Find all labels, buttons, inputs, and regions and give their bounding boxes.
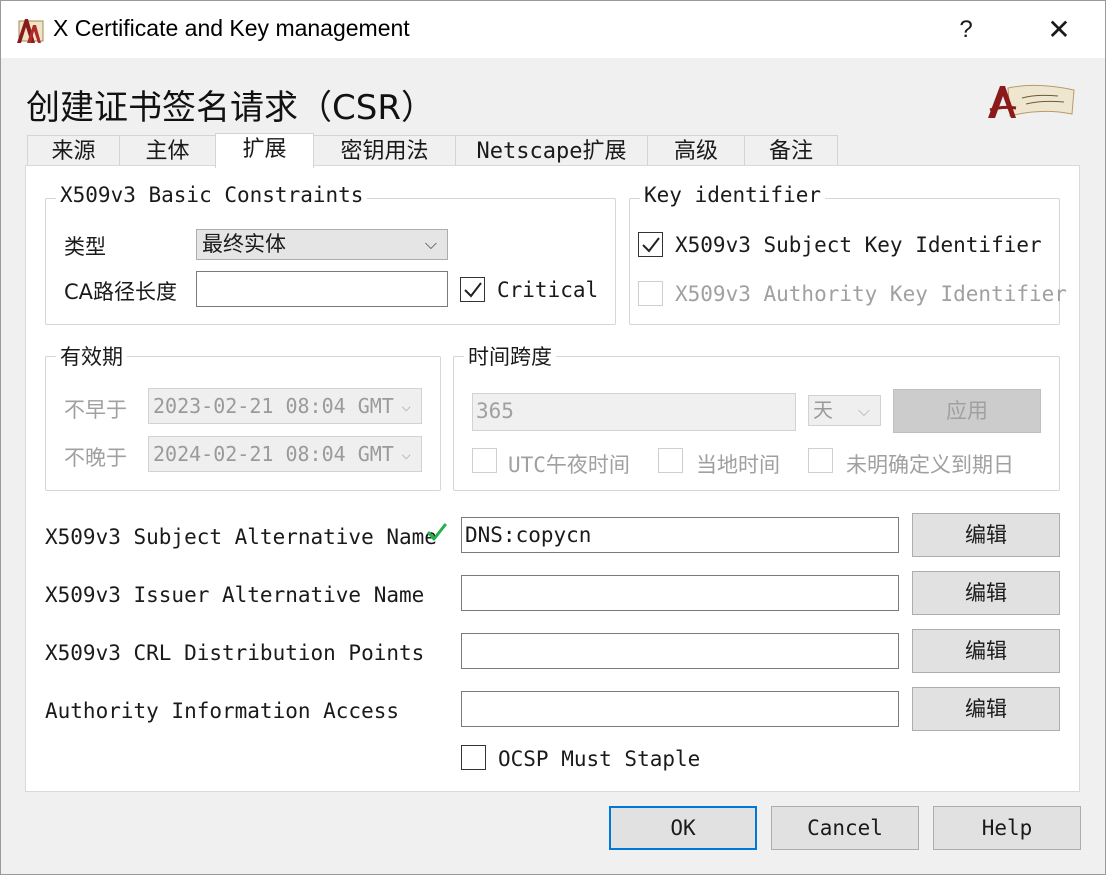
critical-checkbox[interactable] (460, 277, 485, 302)
san-label: X509v3 Subject Alternative Name (45, 525, 437, 549)
key-identifier-title: Key identifier (640, 183, 826, 207)
authority-key-id-checkbox[interactable] (638, 281, 663, 306)
utc-midnight-label: UTC午夜时间 (508, 453, 630, 477)
no-end-date-checkbox[interactable] (808, 448, 833, 473)
tab-advanced[interactable]: 高级 (647, 135, 745, 166)
checkmark-icon (464, 282, 482, 298)
path-length-input[interactable] (196, 271, 448, 307)
ocsp-must-staple-label: OCSP Must Staple (498, 747, 701, 771)
basic-constraints-group: X509v3 Basic Constraints 类型 最终实体 ⌵ CA路径长… (45, 183, 616, 325)
time-range-title: 时间跨度 (464, 341, 556, 371)
type-select-value: 最终实体 (202, 232, 286, 256)
tab-extensions[interactable]: 扩展 (215, 133, 314, 168)
tab-subject[interactable]: 主体 (119, 135, 216, 166)
tab-key-usage[interactable]: 密钥用法 (313, 135, 456, 166)
xca-logo (988, 84, 1075, 118)
chevron-down-icon: ⌵ (399, 389, 411, 423)
san-input[interactable]: DNS:copycn (461, 517, 899, 553)
title-bar: X Certificate and Key management ? ✕ (0, 0, 1106, 58)
help-icon[interactable]: ? (941, 1, 991, 59)
tab-source[interactable]: 来源 (27, 135, 120, 166)
ocsp-must-staple-checkbox[interactable] (461, 745, 486, 770)
page-title: 创建证书签名请求（CSR） (26, 88, 435, 128)
key-identifier-group: Key identifier X509v3 Subject Key Identi… (629, 183, 1067, 325)
subject-key-id-checkbox[interactable] (638, 232, 663, 257)
type-label: 类型 (64, 235, 106, 259)
aia-edit-button[interactable]: 编辑 (912, 687, 1060, 731)
path-length-label: CA路径长度 (64, 280, 178, 304)
critical-label: Critical (497, 278, 599, 302)
crl-input[interactable] (461, 633, 899, 669)
subject-key-id-label: X509v3 Subject Key Identifier (675, 233, 1042, 257)
cancel-button[interactable]: Cancel (771, 806, 919, 850)
local-time-checkbox[interactable] (658, 448, 683, 473)
utc-midnight-checkbox[interactable] (472, 448, 497, 473)
no-end-date-label: 未明确定义到期日 (846, 453, 1014, 477)
aia-input[interactable] (461, 691, 899, 727)
ian-input[interactable] (461, 575, 899, 611)
crl-label: X509v3 CRL Distribution Points (45, 641, 425, 665)
app-icon (17, 19, 44, 43)
tab-netscape[interactable]: Netscape扩展 (455, 135, 648, 166)
ian-edit-button[interactable]: 编辑 (912, 571, 1060, 615)
chevron-down-icon: ⌵ (399, 437, 411, 471)
time-range-group: 时间跨度 365 天 ⌵ 应用 UTC午夜时间 当地时间 未明确定义到期日 (453, 341, 1060, 491)
time-unit-value: 天 (813, 398, 833, 422)
san-edit-button[interactable]: 编辑 (912, 513, 1060, 557)
validity-title: 有效期 (56, 341, 127, 371)
authority-key-id-label: X509v3 Authority Key Identifier (675, 282, 1067, 306)
not-before-value: 2023-02-21 08:04 GMT (153, 394, 394, 418)
chevron-down-icon: ⌵ (424, 234, 437, 253)
checkmark-icon (642, 237, 660, 253)
not-after-datetime[interactable]: 2024-02-21 08:04 GMT ⌵ (148, 436, 422, 472)
local-time-label: 当地时间 (696, 453, 780, 477)
help-button[interactable]: Help (933, 806, 1081, 850)
valid-check-icon (427, 523, 447, 541)
basic-constraints-title: X509v3 Basic Constraints (56, 183, 368, 207)
time-unit-select[interactable]: 天 ⌵ (808, 395, 881, 426)
ian-label: X509v3 Issuer Alternative Name (45, 583, 425, 607)
validity-group: 有效期 不早于 2023-02-21 08:04 GMT ⌵ 不晚于 2024-… (45, 341, 441, 491)
crl-edit-button[interactable]: 编辑 (912, 629, 1060, 673)
type-select[interactable]: 最终实体 ⌵ (196, 229, 448, 260)
window-title: X Certificate and Key management (53, 15, 410, 41)
not-before-label: 不早于 (64, 398, 127, 422)
not-before-datetime[interactable]: 2023-02-21 08:04 GMT ⌵ (148, 388, 422, 424)
chevron-down-icon: ⌵ (857, 401, 870, 420)
apply-button[interactable]: 应用 (893, 389, 1041, 433)
not-after-value: 2024-02-21 08:04 GMT (153, 442, 394, 466)
not-after-label: 不晚于 (64, 446, 127, 470)
aia-label: Authority Information Access (45, 699, 400, 723)
extensions-panel: X509v3 Basic Constraints 类型 最终实体 ⌵ CA路径长… (25, 165, 1080, 792)
ok-button[interactable]: OK (609, 806, 757, 850)
time-amount-input[interactable]: 365 (472, 393, 796, 431)
close-icon[interactable]: ✕ (1031, 1, 1087, 59)
tab-comment[interactable]: 备注 (744, 135, 838, 166)
